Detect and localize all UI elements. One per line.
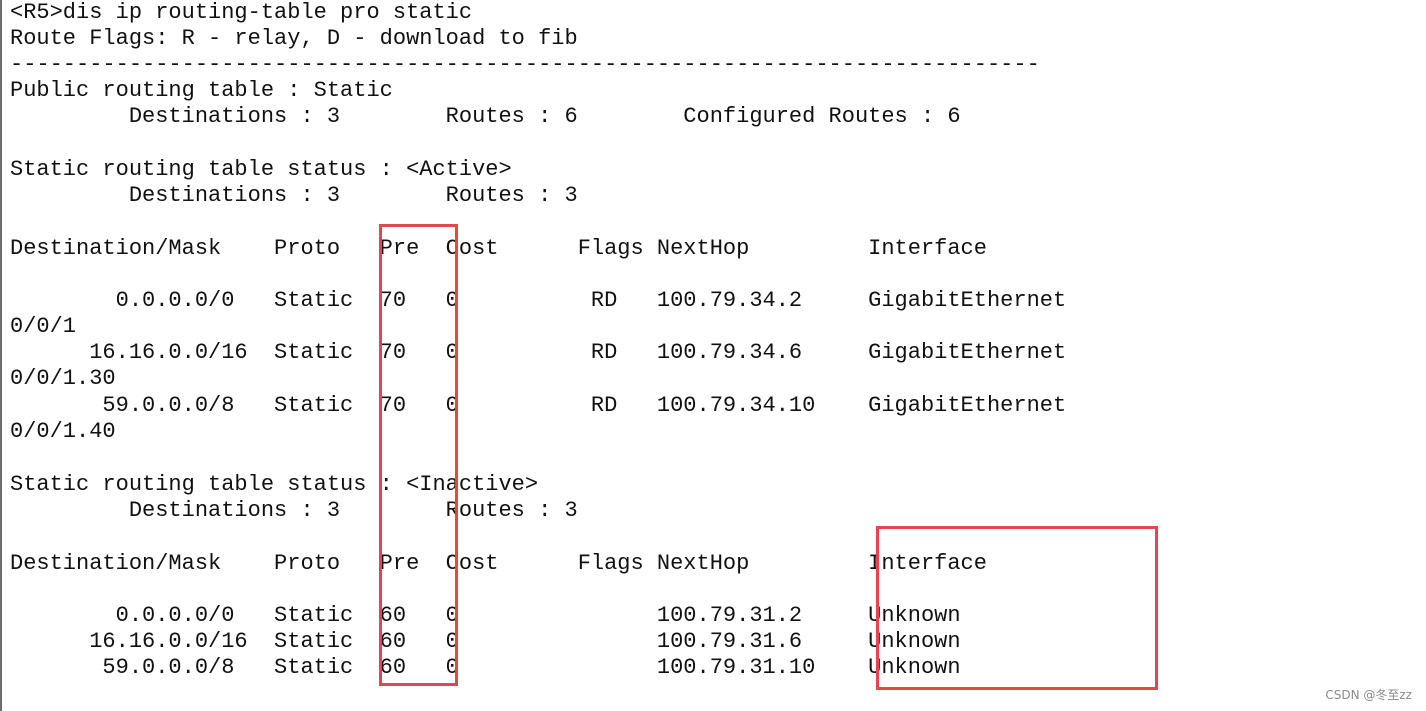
terminal-line-active-header: Destination/Mask Proto Pre Cost Flags Ne… bbox=[10, 236, 987, 261]
terminal-line-inactive-row-2: 16.16.0.0/16 Static 60 0 100.79.31.6 Unk… bbox=[10, 629, 961, 654]
terminal-line-active-row-1-wrap: 0/0/1 bbox=[10, 314, 77, 339]
terminal-line-inactive-summary: Destinations : 3 Routes : 3 bbox=[10, 498, 578, 523]
terminal-line-active-row-2: 16.16.0.0/16 Static 70 0 RD 100.79.34.6 … bbox=[10, 340, 1067, 365]
csdn-watermark: CSDN @冬至zz bbox=[1325, 688, 1412, 702]
terminal-line-inactive-row-1: 0.0.0.0/0 Static 60 0 100.79.31.2 Unknow… bbox=[10, 603, 961, 628]
terminal-line-active-row-3: 59.0.0.0/8 Static 70 0 RD 100.79.34.10 G… bbox=[10, 393, 1067, 418]
terminal-line-active-row-2-wrap: 0/0/1.30 bbox=[10, 366, 116, 391]
terminal-line-inactive-row-3: 59.0.0.0/8 Static 60 0 100.79.31.10 Unkn… bbox=[10, 655, 961, 680]
terminal-line-inactive-status: Static routing table status : <Inactive> bbox=[10, 472, 539, 497]
terminal-window[interactable]: <R5>dis ip routing-table pro static Rout… bbox=[0, 0, 1426, 711]
terminal-line-route-flags: Route Flags: R - relay, D - download to … bbox=[10, 26, 578, 51]
terminal-line-active-row-1: 0.0.0.0/0 Static 70 0 RD 100.79.34.2 Gig… bbox=[10, 288, 1067, 313]
terminal-line-active-summary: Destinations : 3 Routes : 3 bbox=[10, 183, 578, 208]
terminal-line-inactive-header: Destination/Mask Proto Pre Cost Flags Ne… bbox=[10, 551, 987, 576]
terminal-line-public-summary: Destinations : 3 Routes : 6 Configured R… bbox=[10, 104, 961, 129]
terminal-line-separator: ----------------------------------------… bbox=[10, 52, 1040, 77]
terminal-line-active-row-3-wrap: 0/0/1.40 bbox=[10, 419, 116, 444]
terminal-line-public-table: Public routing table : Static bbox=[10, 78, 393, 103]
terminal-line-command: <R5>dis ip routing-table pro static bbox=[10, 0, 473, 25]
terminal-line-active-status: Static routing table status : <Active> bbox=[10, 157, 512, 182]
